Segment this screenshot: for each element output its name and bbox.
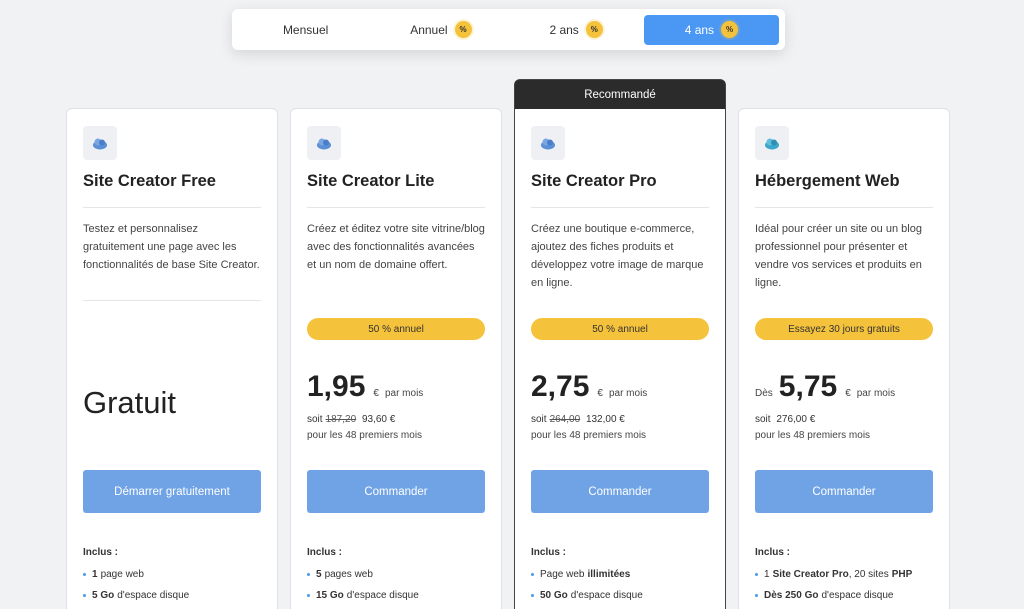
price-row: 1,95 € par mois — [307, 370, 423, 404]
period-tab-2-years[interactable]: 2 ans % — [509, 15, 644, 45]
duration-note: pour les 48 premiers mois — [755, 430, 871, 441]
bullet-icon — [83, 594, 86, 597]
price-unit: par mois — [856, 388, 896, 399]
price-unit: par mois — [384, 388, 424, 399]
plan-name: Hébergement Web — [755, 172, 900, 190]
duration-note: pour les 48 premiers mois — [307, 430, 423, 441]
feature-item: Page web illimitées — [531, 569, 630, 580]
bullet-icon — [307, 594, 310, 597]
plan-description: Testez et personnalisez gratuitement une… — [83, 223, 260, 271]
plan-description: Créez une boutique e-commerce, ajoutez d… — [531, 223, 704, 289]
period-label: Annuel — [410, 22, 448, 37]
included-title: Inclus : — [83, 547, 119, 558]
bullet-icon — [83, 573, 86, 576]
included-title: Inclus : — [531, 547, 567, 558]
cloud-icon — [307, 126, 341, 160]
bullet-icon — [531, 594, 534, 597]
feature-item: 5 pages web — [307, 569, 373, 580]
price-row: 2,75 € par mois — [531, 370, 647, 404]
bullet-icon — [755, 594, 758, 597]
start-free-button[interactable]: Démarrer gratuitement — [83, 470, 261, 513]
period-tab-monthly[interactable]: Mensuel — [238, 15, 373, 45]
total-price: soit 187,20 93,60 € — [307, 414, 396, 425]
plan-card-free: Site Creator Free Testez et personnalise… — [66, 108, 278, 609]
plan-name: Site Creator Lite — [307, 172, 435, 190]
discount-badge-icon: % — [721, 21, 739, 38]
promo-badge: 50 % annuel — [307, 318, 485, 340]
total-price: soit 264,00 132,00 € — [531, 414, 625, 425]
promo-badge: 50 % annuel — [531, 318, 709, 340]
plan-card-lite: Site Creator Lite Créez et éditez votre … — [290, 108, 502, 609]
feature-item: 5 Go d'espace disque — [83, 590, 189, 601]
new-total: 132,00 € — [585, 414, 625, 425]
price-unit: par mois — [608, 388, 648, 399]
divider — [531, 207, 709, 208]
plan-price: 5,75 — [778, 370, 838, 403]
period-tab-annual[interactable]: Annuel % — [373, 15, 508, 45]
price-row: Dès 5,75 € par mois — [755, 370, 895, 404]
duration-note: pour les 48 premiers mois — [531, 430, 647, 441]
bullet-icon — [531, 573, 534, 576]
old-total: 264,00 — [549, 414, 581, 425]
cloud-icon — [83, 126, 117, 160]
plan-card-pro: Recommandé Site Creator Pro Créez une bo… — [514, 79, 726, 609]
plan-name: Site Creator Pro — [531, 172, 657, 190]
plan-name: Site Creator Free — [83, 172, 216, 190]
promo-badge: Essayez 30 jours gratuits — [755, 318, 933, 340]
currency: € — [597, 388, 603, 399]
bullet-icon — [755, 573, 758, 576]
feature-item: 1 Site Creator Pro , 20 sites PHP — [755, 569, 912, 580]
new-total: 93,60 € — [361, 414, 396, 425]
currency: € — [373, 388, 379, 399]
divider — [307, 207, 485, 208]
billing-period-switcher: Mensuel Annuel % 2 ans % 4 ans % — [232, 9, 785, 50]
order-button[interactable]: Commander — [531, 470, 709, 513]
order-button[interactable]: Commander — [755, 470, 933, 513]
plan-description: Créez et éditez votre site vitrine/blog … — [307, 223, 485, 271]
discount-badge-icon: % — [454, 21, 472, 38]
currency: € — [845, 388, 851, 399]
included-title: Inclus : — [307, 547, 343, 558]
price-prefix: Dès — [755, 388, 773, 399]
plan-description: Idéal pour créer un site ou un blog prof… — [755, 223, 922, 289]
included-title: Inclus : — [755, 547, 791, 558]
bullet-icon — [307, 573, 310, 576]
cloud-icon — [531, 126, 565, 160]
divider — [755, 207, 933, 208]
cloud-icon — [755, 126, 789, 160]
feature-item: 50 Go d'espace disque — [531, 590, 643, 601]
total-price: soit 276,00 € — [755, 414, 816, 425]
plan-price: Gratuit — [83, 385, 177, 420]
plan-card-web-hosting: Hébergement Web Idéal pour créer un site… — [738, 108, 950, 609]
discount-badge-icon: % — [585, 21, 603, 38]
divider — [83, 300, 261, 301]
feature-item: 15 Go d'espace disque — [307, 590, 419, 601]
recommended-banner: Recommandé — [515, 80, 725, 109]
period-label: 2 ans — [549, 22, 579, 37]
old-total: 187,20 — [325, 414, 357, 425]
period-label: 4 ans — [684, 22, 715, 37]
order-button[interactable]: Commander — [307, 470, 485, 513]
plan-price: 2,75 — [531, 370, 590, 403]
divider — [83, 207, 261, 208]
new-total: 276,00 € — [776, 414, 816, 425]
period-tab-4-years[interactable]: 4 ans % — [643, 14, 779, 45]
plan-price: 1,95 — [307, 370, 366, 403]
feature-item: Dès 250 Go d'espace disque — [755, 590, 893, 601]
period-label: Mensuel — [282, 22, 329, 37]
feature-item: 1 page web — [83, 569, 144, 580]
